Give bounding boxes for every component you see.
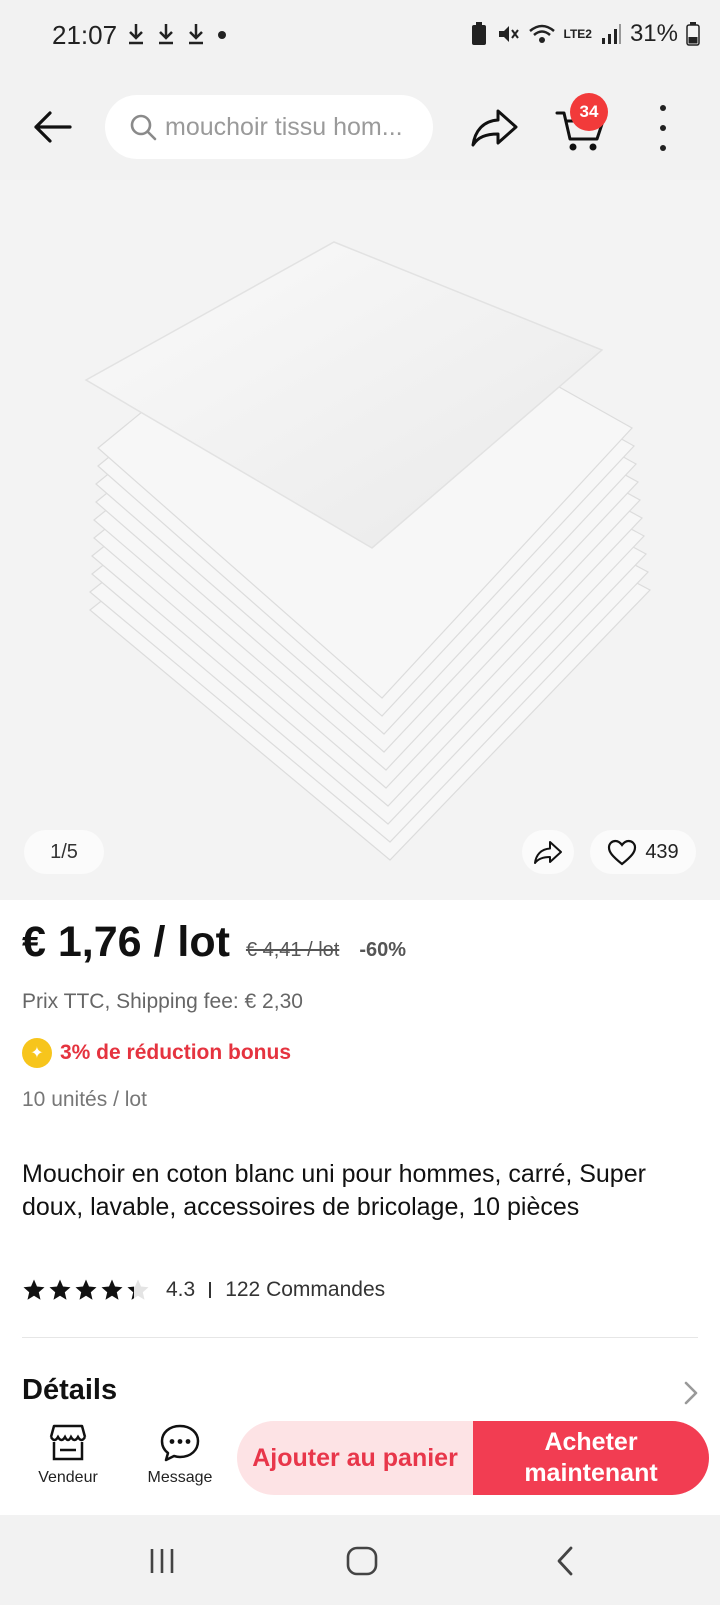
status-time: 21:07 (52, 20, 118, 50)
chat-icon (160, 1424, 200, 1462)
original-price: € 4,41 / lot (245, 939, 340, 961)
tax-shipping-info: Prix TTC, Shipping fee: € 2,30 (22, 990, 303, 1013)
home-button[interactable] (337, 1543, 387, 1579)
image-share-button[interactable] (522, 830, 574, 874)
recent-apps-icon (150, 1549, 174, 1573)
system-navigation-bar (0, 1515, 720, 1605)
bonus-discount[interactable]: ✦ 3% de réduction bonus (22, 1038, 291, 1068)
search-placeholder: mouchoir tissu hom... (165, 112, 403, 141)
wishlist-button[interactable]: 439 (590, 830, 696, 874)
cart-count-badge: 34 (570, 93, 608, 131)
star-icon (49, 1279, 71, 1300)
back-arrow-icon (34, 111, 72, 143)
share-icon (534, 841, 562, 864)
message-label: Message (147, 1469, 213, 1486)
rating-row[interactable]: 4.3 122 Commandes (22, 1278, 385, 1302)
more-dot (660, 105, 666, 111)
chevron-right-icon[interactable] (680, 1378, 702, 1408)
bonus-text: 3% de réduction bonus (60, 1041, 292, 1064)
message-button[interactable]: Message (138, 1423, 222, 1495)
product-image-gallery[interactable]: 1/5 439 (0, 180, 720, 900)
back-chevron-icon (557, 1546, 573, 1576)
recent-apps-button[interactable] (137, 1543, 187, 1579)
price-row: € 1,76 / lot € 4,41 / lot -60% (22, 918, 406, 967)
store-icon (49, 1424, 87, 1461)
partial-star-icon (127, 1279, 149, 1300)
home-icon (346, 1546, 378, 1576)
store-button[interactable]: Vendeur (28, 1423, 108, 1495)
cta-group: Ajouter au panier Acheter maintenant (237, 1421, 709, 1495)
separator (209, 1282, 212, 1298)
product-image (84, 241, 651, 861)
current-price: € 1,76 / lot (22, 918, 230, 966)
back-nav-button[interactable] (540, 1543, 590, 1579)
buy-now-button[interactable]: Acheter maintenant (473, 1421, 709, 1495)
more-dot (660, 145, 666, 151)
mute-icon (498, 26, 519, 42)
bottom-action-bar: Vendeur Message Ajouter au panier Achete… (0, 1405, 720, 1515)
star-icon (23, 1279, 45, 1300)
heart-icon (608, 839, 637, 865)
divider (22, 1337, 698, 1338)
star-icon (75, 1279, 97, 1300)
top-bar: mouchoir tissu hom... 34 (0, 75, 720, 180)
rating-stars (22, 1278, 150, 1302)
store-label: Vendeur (38, 1469, 98, 1486)
back-button[interactable] (28, 103, 76, 151)
battery-percentage: 31% (629, 20, 678, 47)
notification-icons (126, 22, 228, 46)
orders-count: 122 Commandes (225, 1278, 386, 1301)
add-to-cart-button[interactable]: Ajouter au panier (237, 1421, 473, 1495)
battery-icon (686, 22, 700, 46)
share-button[interactable] (470, 105, 520, 149)
download-icon (159, 24, 173, 45)
battery-saver-icon (471, 22, 486, 45)
discount-badge: -60% (359, 939, 407, 961)
likes-count: 439 (645, 840, 679, 863)
download-icon (129, 24, 143, 45)
star-icon (101, 1279, 123, 1300)
dot-icon (218, 31, 226, 39)
product-title: Mouchoir en coton blanc uni pour hommes,… (22, 1160, 646, 1221)
details-section-title[interactable]: Détails (22, 1374, 117, 1407)
more-dot (660, 125, 666, 131)
network-label: LTE2 (563, 27, 592, 41)
more-options-button[interactable] (650, 105, 676, 151)
wifi-icon (528, 24, 555, 43)
system-icons: LTE2 31% (470, 20, 701, 48)
signal-icon (601, 24, 621, 44)
bonus-coin-icon: ✦ (22, 1038, 52, 1068)
search-input[interactable]: mouchoir tissu hom... (105, 95, 433, 159)
units-per-lot: 10 unités / lot (22, 1088, 147, 1111)
share-icon (471, 109, 518, 147)
image-counter: 1/5 (24, 830, 104, 874)
rating-value: 4.3 (166, 1278, 196, 1301)
search-icon (130, 114, 157, 141)
status-bar: 21:07 LTE2 31% (0, 0, 720, 75)
download-icon (189, 24, 203, 45)
